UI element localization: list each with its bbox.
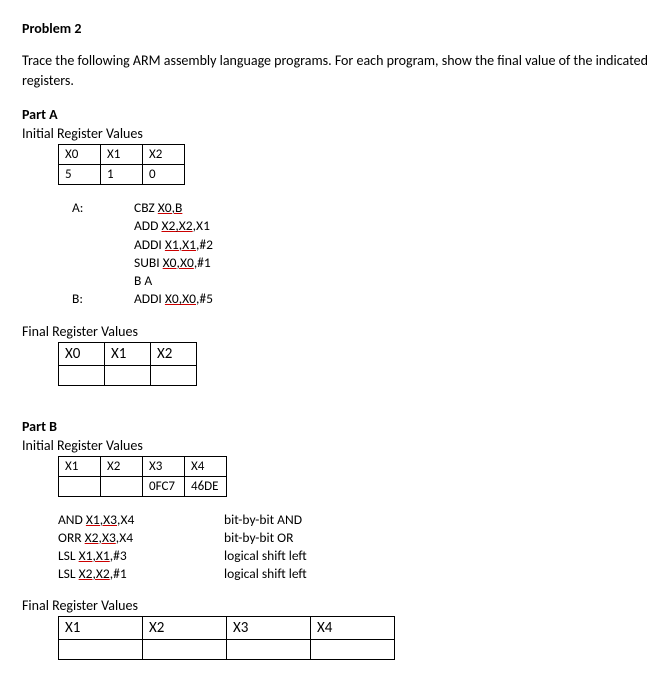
code-comment: logical shift left: [224, 565, 307, 583]
code-instr: ADDI X1,X1,#2: [134, 236, 213, 254]
code-line: LSL X2,X2,#1logical shift left: [58, 565, 650, 583]
part-a-initial-caption: Initial Register Values: [22, 125, 650, 142]
part-a-final-table: X0 X1 X2: [58, 342, 197, 386]
part-b-final-table: X1 X2 X3 X4: [58, 616, 395, 660]
reg-value-blank: [151, 365, 197, 385]
reg-value-blank: [311, 640, 395, 660]
reg-header: X0: [59, 342, 105, 365]
reg-value: [59, 476, 101, 496]
code-instr: SUBI X0,X0,#1: [134, 254, 211, 272]
code-instr: CBZ X0,B: [134, 199, 182, 217]
code-label: [72, 272, 134, 290]
table-row: X1 X2 X3 X4: [59, 617, 395, 640]
reg-header: X2: [151, 342, 197, 365]
code-comment: bit-by-bit AND: [224, 511, 302, 529]
code-instr: ADD X2,X2,X1: [134, 217, 210, 235]
part-a-code: A:CBZ X0,BADD X2,X2,X1ADDI X1,X1,#2SUBI …: [72, 199, 650, 308]
reg-header: X0: [59, 145, 101, 165]
part-b-code: AND X1,X3,X4bit-by-bit ANDORR X2,X3,X4bi…: [58, 511, 650, 584]
code-line: ADDI X1,X1,#2: [72, 236, 650, 254]
reg-header: X1: [105, 342, 151, 365]
reg-value: 0FC7: [143, 476, 185, 496]
code-comment: bit-by-bit OR: [224, 529, 293, 547]
reg-header: X4: [185, 456, 227, 476]
code-label: [72, 236, 134, 254]
code-line: LSL X1,X1,#3logical shift left: [58, 547, 650, 565]
problem-title: Problem 2: [22, 20, 650, 37]
reg-value-blank: [105, 365, 151, 385]
code-line: B A: [72, 272, 650, 290]
code-line: B:ADDI X0,X0,#5: [72, 290, 650, 308]
code-instr: LSL X2,X2,#1: [58, 565, 224, 583]
part-a-final-caption: Final Register Values: [22, 323, 650, 340]
reg-value: 1: [101, 165, 143, 185]
reg-header: X2: [143, 145, 185, 165]
reg-header: X4: [311, 617, 395, 640]
part-a-initial-table: X0 X1 X2 5 1 0: [58, 144, 185, 185]
reg-header: X2: [101, 456, 143, 476]
reg-value-blank: [143, 640, 227, 660]
reg-value: 46DE: [185, 476, 227, 496]
part-b-final-caption: Final Register Values: [22, 597, 650, 614]
code-instr: ADDI X0,X0,#5: [134, 290, 213, 308]
part-b-label: Part B: [22, 418, 650, 435]
reg-value-blank: [227, 640, 311, 660]
table-row: X1 X2 X3 X4: [59, 456, 227, 476]
reg-value-blank: [59, 640, 143, 660]
part-a-label: Part A: [22, 106, 650, 123]
instructions-text: Trace the following ARM assembly languag…: [22, 51, 650, 90]
reg-header: X3: [143, 456, 185, 476]
code-comment: logical shift left: [224, 547, 307, 565]
code-line: ADD X2,X2,X1: [72, 217, 650, 235]
code-label: A:: [72, 199, 134, 217]
code-instr: B A: [134, 272, 152, 290]
reg-value: 0: [143, 165, 185, 185]
reg-header: X3: [227, 617, 311, 640]
reg-header: X2: [143, 617, 227, 640]
code-instr: ORR X2,X3,X4: [58, 529, 224, 547]
code-label: [72, 254, 134, 272]
part-b-initial-caption: Initial Register Values: [22, 437, 650, 454]
code-line: SUBI X0,X0,#1: [72, 254, 650, 272]
part-b-initial-table: X1 X2 X3 X4 0FC7 46DE: [58, 456, 227, 497]
table-row: X0 X1 X2: [59, 342, 197, 365]
reg-header: X1: [59, 617, 143, 640]
reg-value: 5: [59, 165, 101, 185]
table-row: 5 1 0: [59, 165, 185, 185]
code-line: AND X1,X3,X4bit-by-bit AND: [58, 511, 650, 529]
code-label: [72, 217, 134, 235]
table-row: X0 X1 X2: [59, 145, 185, 165]
code-line: ORR X2,X3,X4bit-by-bit OR: [58, 529, 650, 547]
reg-value: [101, 476, 143, 496]
reg-value-blank: [59, 365, 105, 385]
table-row: 0FC7 46DE: [59, 476, 227, 496]
reg-header: X1: [101, 145, 143, 165]
table-row: [59, 365, 197, 385]
code-label: B:: [72, 290, 134, 308]
code-line: A:CBZ X0,B: [72, 199, 650, 217]
table-row: [59, 640, 395, 660]
reg-header: X1: [59, 456, 101, 476]
code-instr: LSL X1,X1,#3: [58, 547, 224, 565]
code-instr: AND X1,X3,X4: [58, 511, 224, 529]
